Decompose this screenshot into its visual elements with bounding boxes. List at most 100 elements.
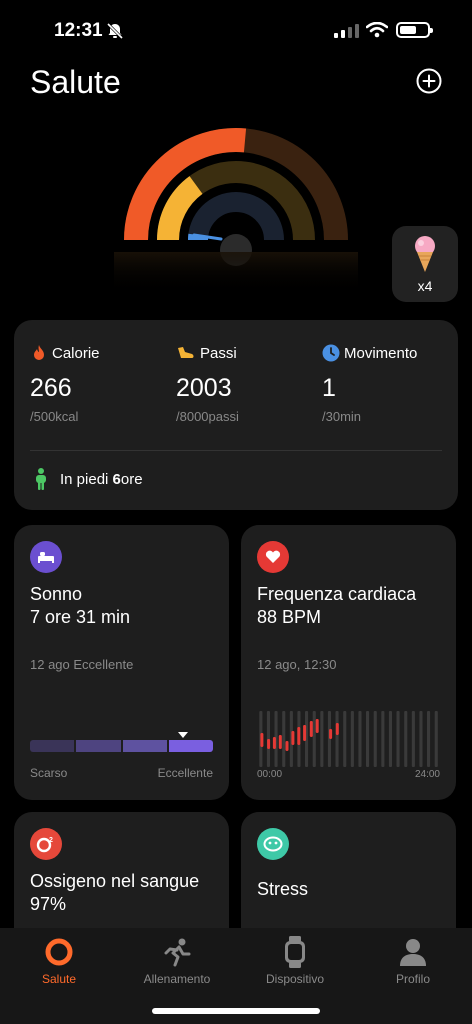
tab-label: Allenamento — [143, 972, 211, 986]
tab-label: Dispositivo — [265, 972, 325, 986]
heart-rate-chart — [259, 711, 438, 767]
wifi-icon — [366, 22, 388, 38]
reward-badge[interactable]: x4 — [392, 226, 458, 302]
steps-value: 2003 — [176, 374, 232, 402]
oxygen-title: Ossigeno nel sangue — [30, 871, 200, 891]
calories-metric: Calorie 266 /500kcal — [30, 344, 100, 425]
bed-icon — [30, 541, 62, 573]
hour-column — [404, 711, 408, 767]
hour-column — [366, 711, 370, 767]
tab-salute[interactable]: Salute — [0, 934, 118, 986]
person-icon — [400, 939, 426, 966]
tab-dispositivo[interactable]: Dispositivo — [236, 934, 354, 986]
hour-column — [312, 711, 316, 767]
page-title: Salute — [30, 64, 121, 100]
sleep-title: Sonno — [30, 584, 83, 604]
sleep-title-block: Sonno 7 ore 31 min — [30, 583, 130, 629]
tab-allenamento[interactable]: Allenamento — [118, 934, 236, 986]
heart-title: Frequenza cardiaca — [257, 584, 417, 604]
heart-rate-mark — [309, 721, 313, 737]
status-bar: 12:31 — [0, 0, 472, 60]
hour-column — [335, 711, 339, 767]
calories-goal: /500kcal — [30, 409, 79, 424]
standing-value: 6 — [112, 470, 121, 488]
sleep-scale-low: Scarso — [30, 766, 68, 780]
ice-cream-icon — [415, 236, 435, 272]
calories-value: 266 — [30, 374, 72, 402]
hour-column — [411, 711, 415, 767]
sleep-bar-segment — [76, 740, 121, 752]
standing-row: In piedi 6 ore — [34, 468, 143, 490]
heart-rate-mark — [315, 719, 319, 733]
heart-rate-mark — [278, 735, 282, 749]
standing-unit: ore — [120, 470, 143, 488]
heart-title-block: Frequenza cardiaca 88 BPM — [257, 583, 416, 629]
sleep-bar-segment — [122, 740, 167, 752]
heart-rate-mark — [297, 727, 301, 745]
hour-column — [282, 711, 286, 767]
hour-column — [419, 711, 423, 767]
heart-rate-mark — [267, 739, 271, 749]
hour-column — [343, 711, 347, 767]
movement-value: 1 — [322, 374, 336, 402]
hour-column — [350, 711, 354, 767]
tab-profilo[interactable]: Profilo — [354, 934, 472, 986]
activity-rings-gauge[interactable] — [114, 124, 358, 294]
cellular-signal-icon — [334, 24, 359, 38]
sleep-quality-bar — [30, 740, 213, 752]
shoe-icon — [178, 347, 194, 358]
oxygen-value: 97% — [30, 894, 67, 914]
oxygen-icon: 2 — [30, 828, 62, 860]
hour-column — [396, 711, 400, 767]
home-indicator — [152, 1008, 320, 1014]
stress-title: Stress — [257, 879, 309, 899]
hour-column — [358, 711, 362, 767]
battery-icon — [396, 22, 433, 38]
steps-label: Passi — [200, 344, 237, 362]
sleep-date: 12 ago Eccellente — [30, 657, 134, 672]
sleep-bar-segment — [30, 740, 75, 752]
activity-summary-card[interactable]: Calorie 266 /500kcal Passi 2003 /8000pas… — [14, 320, 458, 510]
svg-text:2: 2 — [49, 837, 53, 844]
heart-rate-mark — [272, 737, 276, 749]
status-time: 12:31 — [54, 20, 103, 41]
steps-goal: /8000passi — [176, 409, 239, 424]
flame-icon — [34, 345, 44, 360]
sleep-marker-icon — [178, 732, 188, 738]
heart-rate-mark — [285, 741, 289, 751]
heart-time-start: 00:00 — [257, 769, 283, 780]
heart-value: 88 BPM — [257, 607, 322, 627]
standing-person-icon — [36, 468, 46, 490]
steps-metric: Passi 2003 /8000passi — [176, 344, 239, 425]
add-icon[interactable] — [416, 68, 442, 94]
hour-column — [388, 711, 392, 767]
movement-metric: Movimento 1 /30min — [322, 344, 417, 424]
summary-divider — [30, 450, 442, 451]
reward-count: x4 — [417, 278, 433, 294]
stress-face-icon — [257, 828, 289, 860]
heart-time-end: 24:00 — [414, 769, 440, 780]
heart-rate-mark — [303, 725, 307, 741]
heart-icon — [257, 541, 289, 573]
heart-rate-mark — [335, 723, 339, 735]
hour-column — [320, 711, 324, 767]
heart-rate-mark — [329, 729, 333, 739]
sleep-bar-segment — [168, 740, 213, 752]
standing-prefix: In piedi — [60, 470, 109, 488]
movement-goal: /30min — [322, 409, 362, 424]
heart-rate-card[interactable]: Frequenza cardiaca 88 BPM 12 ago, 12:30 … — [241, 525, 456, 800]
oxygen-title-block: Ossigeno nel sangue 97% — [30, 870, 199, 916]
heart-rate-mark — [260, 733, 264, 747]
hour-column — [434, 711, 438, 767]
ring-icon — [45, 938, 73, 966]
sleep-card[interactable]: Sonno 7 ore 31 min 12 ago Eccellente Sca… — [14, 525, 229, 800]
sleep-scale-high: Eccellente — [157, 766, 213, 780]
calories-label: Calorie — [52, 344, 100, 362]
movement-label: Movimento — [344, 344, 418, 362]
heart-rate-mark — [291, 731, 295, 745]
tab-label: Profilo — [395, 972, 430, 986]
hour-column — [381, 711, 385, 767]
watch-icon — [285, 936, 305, 968]
clock-icon — [322, 344, 340, 362]
running-icon — [164, 938, 191, 967]
